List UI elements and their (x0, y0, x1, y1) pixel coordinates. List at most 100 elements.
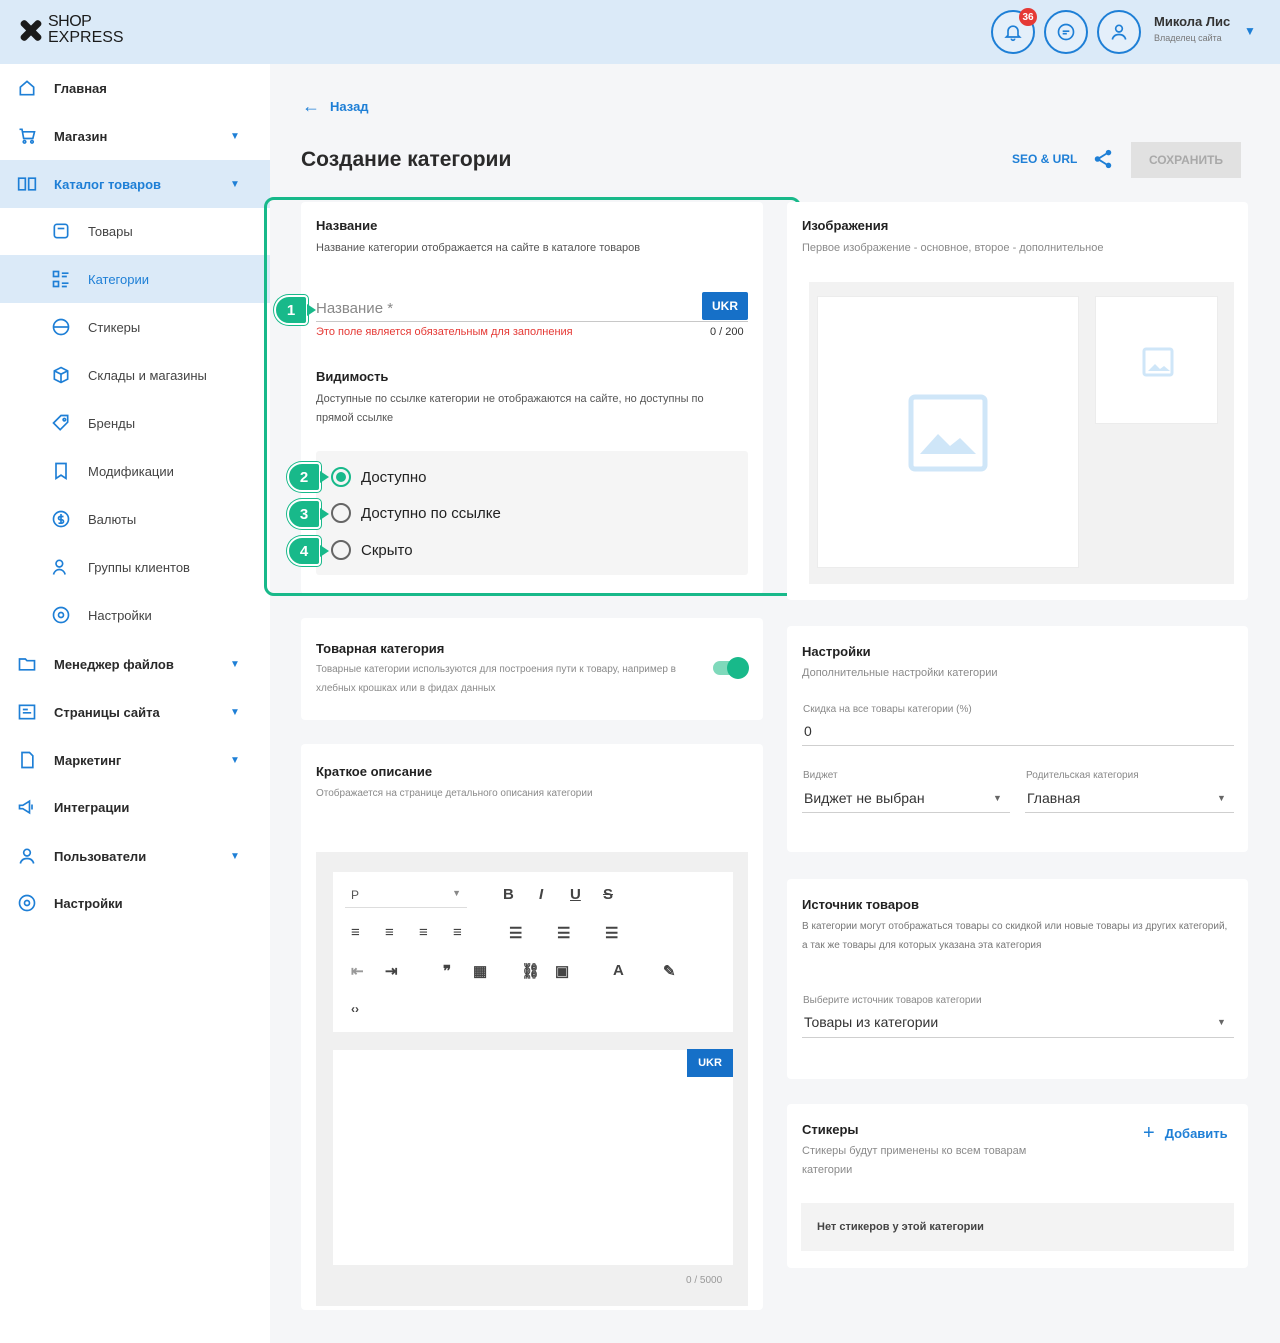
stickers-description: Стикеры будут применены ко всем товарам … (802, 1145, 1027, 1176)
cart-icon (16, 125, 38, 147)
settings-card (787, 626, 1248, 852)
step-marker: 3 (287, 499, 329, 529)
sidebar-item-brands[interactable]: Бренды (0, 399, 270, 447)
bookmark-icon (50, 460, 72, 482)
sidebar-item-marketing[interactable]: Маркетинг ▼ (0, 736, 270, 784)
chevron-down-icon: ▼ (230, 178, 240, 190)
share-icon[interactable] (1092, 148, 1114, 175)
sidebar-item-label: Валюты (88, 511, 137, 527)
editor-counter: 0 / 5000 (686, 1275, 723, 1286)
align-justify-icon[interactable]: ≡ (453, 924, 462, 941)
line-height-icon[interactable]: ☰ (605, 924, 618, 942)
sidebar-item-products[interactable]: Товары (0, 207, 270, 255)
product-category-title: Товарная категория (316, 641, 445, 656)
sidebar-item-label: Магазин (54, 128, 108, 144)
product-category-description: Товарные категории используются для пост… (316, 664, 676, 694)
sidebar-item-modifications[interactable]: Модификации (0, 447, 270, 495)
highlight-icon[interactable]: ✎ (663, 962, 676, 980)
save-button[interactable]: СОХРАНИТЬ (1131, 142, 1241, 178)
notifications-button[interactable]: 36 (991, 8, 1037, 54)
sidebar-item-integrations[interactable]: Интеграции (0, 783, 270, 831)
profile-button[interactable] (1097, 10, 1141, 54)
parent-category-label: Родительская категория (1026, 770, 1139, 781)
source-code-icon[interactable]: ‹› (351, 1002, 359, 1016)
widget-underline (802, 812, 1010, 813)
align-right-icon[interactable]: ≡ (419, 924, 428, 941)
short-description-desc: Отображается на странице детального опис… (316, 788, 593, 799)
format-select[interactable]: P ▼ (345, 882, 467, 908)
discount-underline (802, 745, 1234, 746)
numbered-list-icon[interactable]: ☰ (557, 924, 570, 942)
sidebar-item-file-manager[interactable]: Менеджер файлов ▼ (0, 640, 270, 688)
chat-icon (1057, 23, 1075, 41)
top-bar: SHOP EXPRESS 36 Микола Лис Владелец сайт… (0, 0, 1280, 64)
add-sticker-button[interactable]: + Добавить (1143, 1122, 1228, 1145)
chevron-down-icon: ▼ (452, 888, 461, 898)
sidebar-item-label: Страницы сайта (54, 704, 160, 720)
plus-icon: + (1143, 1122, 1155, 1144)
messages-button[interactable] (1044, 10, 1088, 54)
editor-textarea[interactable] (333, 1050, 733, 1265)
user-name: Микола Лис (1154, 14, 1231, 29)
sticker-icon (50, 316, 72, 338)
user-info[interactable]: Микола Лис Владелец сайта (1154, 14, 1230, 43)
settings-title: Настройки (802, 644, 871, 659)
parent-category-select[interactable]: Главная (1027, 790, 1080, 806)
logo-icon (14, 14, 46, 46)
seo-url-link[interactable]: SEO & URL (1012, 152, 1077, 166)
sidebar-item-users[interactable]: Пользователи ▼ (0, 832, 270, 880)
megaphone-icon (16, 796, 38, 818)
strikethrough-icon[interactable]: S (603, 886, 613, 903)
main-image-slot[interactable] (817, 296, 1079, 568)
sidebar-item-home[interactable]: Главная (0, 64, 270, 112)
sidebar-item-stickers[interactable]: Стикеры (0, 303, 270, 351)
sidebar-item-label: Менеджер файлов (54, 656, 174, 672)
discount-input[interactable]: 0 (804, 723, 812, 739)
sidebar-item-label: Маркетинг (54, 752, 122, 768)
sidebar-item-pages[interactable]: Страницы сайта ▼ (0, 688, 270, 736)
underline-icon[interactable]: U (570, 886, 581, 903)
source-select-underline (802, 1037, 1234, 1038)
sidebar-item-client-groups[interactable]: Группы клиентов (0, 543, 270, 591)
tag-icon (50, 412, 72, 434)
secondary-image-slot[interactable] (1095, 296, 1218, 424)
back-link[interactable]: ← Назад (302, 97, 369, 115)
logo[interactable]: SHOP EXPRESS (14, 14, 124, 46)
sidebar-item-catalog-settings[interactable]: Настройки (0, 591, 270, 639)
sidebar-item-categories[interactable]: Категории (0, 255, 270, 303)
highlight-frame (264, 197, 801, 596)
images-title: Изображения (802, 218, 889, 233)
chevron-down-icon[interactable]: ▼ (1217, 1017, 1226, 1027)
align-center-icon[interactable]: ≡ (385, 924, 394, 941)
image-icon[interactable]: ▣ (555, 962, 569, 980)
chevron-down-icon[interactable]: ▼ (993, 793, 1002, 803)
sidebar-item-currencies[interactable]: Валюты (0, 495, 270, 543)
bold-icon[interactable]: B (503, 886, 514, 903)
parent-category-underline (1025, 812, 1234, 813)
chevron-down-icon[interactable]: ▼ (1217, 793, 1226, 803)
bullet-list-icon[interactable]: ☰ (509, 924, 522, 942)
indent-icon[interactable]: ⇥ (385, 962, 398, 980)
notifications-badge: 36 (1019, 8, 1037, 26)
chevron-down-icon[interactable]: ▼ (1244, 24, 1256, 38)
source-description: В категории могут отображаться товары со… (802, 921, 1228, 951)
table-icon[interactable]: ▦ (473, 962, 487, 980)
sidebar-item-label: Каталог товаров (54, 176, 162, 192)
sidebar-item-settings[interactable]: Настройки (0, 879, 270, 927)
sidebar-item-catalog[interactable]: Каталог товаров ▼ (0, 160, 270, 208)
widget-select[interactable]: Виджет не выбран (804, 790, 925, 806)
font-color-icon[interactable]: A (613, 962, 624, 979)
link-icon[interactable]: ⛓ (521, 962, 540, 980)
sidebar-item-warehouses[interactable]: Склады и магазины (0, 351, 270, 399)
source-select-label: Выберите источник товаров категории (803, 995, 982, 1006)
product-category-toggle[interactable] (713, 657, 749, 679)
align-left-icon[interactable]: ≡ (351, 924, 360, 941)
quote-icon[interactable]: ❞ (443, 962, 451, 980)
source-select[interactable]: Товары из категории (804, 1014, 938, 1030)
outdent-icon[interactable]: ⇤ (351, 962, 364, 980)
editor-language-button[interactable]: UKR (687, 1049, 733, 1077)
back-label: Назад (330, 98, 369, 114)
sidebar-item-shop[interactable]: Магазин ▼ (0, 112, 270, 160)
italic-icon[interactable]: I (539, 886, 543, 903)
page-title: Создание категории (301, 148, 512, 171)
